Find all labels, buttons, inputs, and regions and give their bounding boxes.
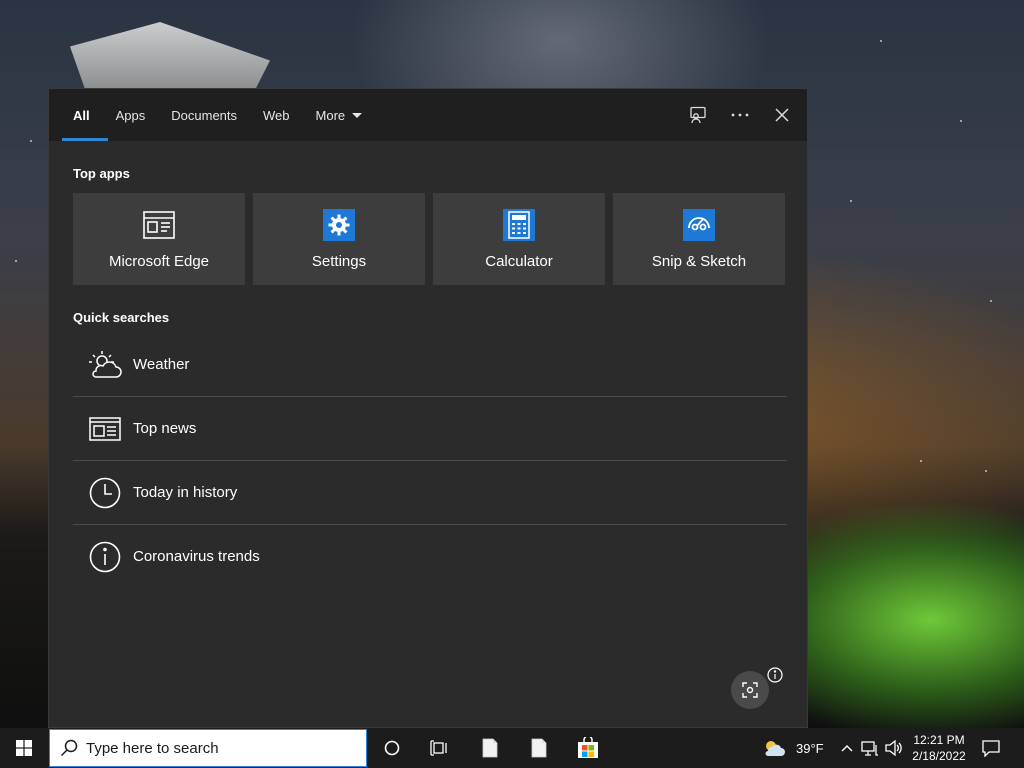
ellipsis-icon	[731, 113, 749, 117]
tab-more-label: More	[315, 107, 346, 123]
info-button[interactable]	[767, 667, 785, 685]
weather-temperature[interactable]: 39°F	[796, 741, 824, 756]
document-icon	[531, 738, 547, 758]
search-screenshot-button[interactable]	[731, 671, 769, 709]
quick-search-today-in-history[interactable]: Today in history	[73, 461, 787, 525]
store-bag-icon	[578, 737, 598, 758]
close-icon	[775, 108, 789, 122]
camera-lens-icon	[742, 682, 758, 698]
quick-search-top-news[interactable]: Top news	[73, 397, 787, 461]
app-tile-label: Settings	[311, 252, 367, 270]
notification-icon	[982, 740, 1000, 757]
tab-apps[interactable]: Apps	[103, 89, 159, 141]
weather-widget-button[interactable]	[754, 728, 794, 768]
quick-searches-list: Weather Top news Today in history Corona…	[73, 333, 787, 588]
close-button[interactable]	[761, 89, 803, 141]
weather-icon	[87, 347, 123, 383]
taskbar-file-2[interactable]	[516, 728, 562, 768]
network-icon	[861, 741, 878, 756]
feedback-icon	[690, 106, 706, 124]
app-tile-settings[interactable]: Settings	[253, 193, 425, 285]
taskbar: Type here to search 39°F 12:21 PM 2/18/2…	[0, 728, 1024, 768]
edge-icon	[143, 209, 175, 241]
quick-searches-heading: Quick searches	[73, 310, 170, 325]
taskbar-clock[interactable]: 12:21 PM 2/18/2022	[900, 732, 978, 764]
taskbar-search-box[interactable]: Type here to search	[49, 729, 367, 767]
top-apps-heading: Top apps	[73, 166, 130, 181]
task-view-button[interactable]	[416, 728, 462, 768]
tab-documents[interactable]: Documents	[158, 89, 250, 141]
task-view-icon	[430, 740, 447, 756]
app-tile-label: Calculator	[485, 252, 553, 270]
start-button[interactable]	[0, 728, 48, 768]
settings-gear-icon	[323, 208, 355, 241]
quick-search-label: Today in history	[133, 484, 238, 501]
app-tile-label: Snip & Sketch	[651, 252, 747, 270]
app-tile-label: Microsoft Edge	[108, 252, 210, 270]
info-circle-icon	[767, 667, 783, 683]
partly-cloudy-icon	[765, 741, 785, 756]
news-icon	[87, 411, 123, 447]
taskbar-file-1[interactable]	[467, 728, 513, 768]
cortana-button[interactable]	[369, 728, 415, 768]
quick-search-label: Top news	[133, 420, 197, 437]
tab-all[interactable]: All	[49, 89, 108, 141]
search-tools	[677, 89, 807, 141]
tab-web[interactable]: Web	[250, 89, 303, 141]
clock-icon	[87, 475, 123, 511]
windows-logo-icon	[16, 740, 32, 756]
more-options-button[interactable]	[719, 89, 761, 141]
chevron-up-icon	[841, 745, 853, 752]
quick-search-label: Coronavirus trends	[133, 548, 260, 565]
info-icon	[87, 539, 123, 575]
quick-search-coronavirus-trends[interactable]: Coronavirus trends	[73, 525, 787, 588]
quick-search-weather[interactable]: Weather	[73, 333, 787, 397]
action-center-button[interactable]	[968, 728, 1014, 768]
search-placeholder: Type here to search	[86, 739, 219, 757]
chevron-down-icon	[352, 112, 363, 118]
search-icon	[60, 739, 78, 757]
search-panel: All Apps Documents Web More Top apps Mic…	[48, 88, 808, 728]
network-button[interactable]	[858, 728, 882, 768]
document-icon	[482, 738, 498, 758]
app-tile-snip-sketch[interactable]: Snip & Sketch	[613, 193, 785, 285]
search-tab-bar: All Apps Documents Web More	[49, 89, 807, 141]
cortana-circle-icon	[384, 740, 400, 756]
feedback-button[interactable]	[677, 89, 719, 141]
app-tile-microsoft-edge[interactable]: Microsoft Edge	[73, 193, 245, 285]
tab-more[interactable]: More	[303, 89, 376, 141]
microsoft-store-button[interactable]	[565, 728, 611, 768]
app-tile-calculator[interactable]: Calculator	[433, 193, 605, 285]
quick-search-label: Weather	[133, 356, 190, 373]
calculator-icon	[503, 208, 535, 241]
clock-date: 2/18/2022	[912, 749, 966, 763]
snip-sketch-icon	[683, 208, 715, 241]
show-hidden-icons-button[interactable]	[836, 728, 858, 768]
clock-time: 12:21 PM	[913, 733, 965, 747]
top-apps-row: Microsoft Edge Settings Calculator Snip …	[73, 193, 785, 285]
recycle-bin-desktop-icon[interactable]	[70, 22, 270, 92]
